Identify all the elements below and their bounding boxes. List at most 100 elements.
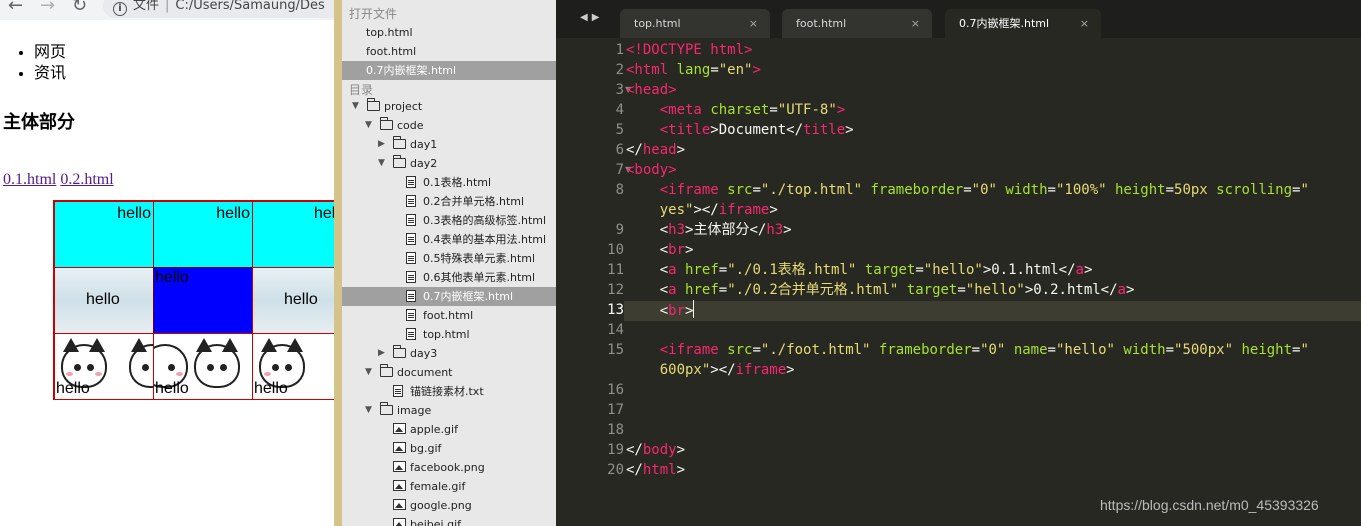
code-line[interactable]: </html> <box>626 460 685 480</box>
caret-right-icon[interactable]: ▶ <box>378 135 385 154</box>
file-icon <box>406 176 416 188</box>
open-file-item[interactable]: top.html <box>342 23 556 42</box>
image-file-icon <box>393 461 406 472</box>
open-file-item[interactable]: foot.html <box>342 42 556 61</box>
line-number: 9 <box>615 222 624 238</box>
code-line[interactable]: yes"></iframe> <box>626 200 778 220</box>
browser-window: ← → ↻ i 文件 | C:/Users/Samaung/Des 网页 资讯 主体部… <box>0 0 334 526</box>
tab-label: foot.html <box>796 17 847 30</box>
line-number: 20 <box>607 462 624 478</box>
tab-top-html[interactable]: top.html × <box>620 9 770 38</box>
tree-item[interactable]: ▶ day3 <box>342 344 556 363</box>
code-line[interactable]: <body> <box>626 160 677 180</box>
folder-icon <box>367 98 380 111</box>
code-line[interactable]: <a href="./0.1表格.html" target="hello">0.… <box>626 260 1093 280</box>
table-cell: hello <box>252 267 334 334</box>
tree-item[interactable]: facebook.png <box>342 458 556 477</box>
tree-item[interactable]: ▼ document <box>342 363 556 382</box>
file-icon <box>406 328 416 340</box>
tree-item-label: 锚链接素材.txt <box>410 385 484 398</box>
caret-down-icon[interactable]: ▼ <box>352 97 359 116</box>
reload-icon[interactable]: ↻ <box>72 0 87 16</box>
code-line[interactable]: <iframe src="./top.html" frameborder="0"… <box>626 180 1309 200</box>
tree-item[interactable]: ▼ project <box>342 97 556 116</box>
tree-item-label: 0.5特殊表单元素.html <box>423 252 536 265</box>
tree-item[interactable]: 0.7内嵌框架.html <box>342 287 556 306</box>
cell-text: hello <box>254 380 288 397</box>
tree-item[interactable]: female.gif <box>342 477 556 496</box>
folder-icon <box>393 136 406 149</box>
url-scheme-label: 文件 <box>133 0 160 13</box>
tab-foot-html[interactable]: foot.html × <box>782 9 932 38</box>
code-line[interactable]: <br> <box>626 300 695 320</box>
caret-down-icon[interactable]: ▼ <box>365 401 372 420</box>
open-file-item-active[interactable]: 0.7内嵌框架.html <box>342 61 556 80</box>
tree-item[interactable]: 0.1表格.html <box>342 173 556 192</box>
line-number: 16 <box>607 382 624 398</box>
tree-item-label: foot.html <box>423 309 474 322</box>
tree-item[interactable]: 0.2合并单元格.html <box>342 192 556 211</box>
tree-item[interactable]: beibei.gif <box>342 515 556 526</box>
address-bar[interactable]: i 文件 | C:/Users/Samaung/Des <box>103 0 334 18</box>
tree-item[interactable]: google.png <box>342 496 556 515</box>
file-icon <box>406 271 416 283</box>
tree-item-label: image <box>397 404 432 417</box>
table-cell: hello <box>54 333 154 400</box>
tab-nav-arrows[interactable]: ◀▶ <box>580 12 603 23</box>
close-icon[interactable]: × <box>911 9 920 38</box>
code-line[interactable]: <title>Document</title> <box>626 120 854 140</box>
caret-down-icon[interactable]: ▼ <box>365 363 372 382</box>
line-number: 14 <box>607 322 624 338</box>
code-line[interactable]: <meta charset="UTF-8"> <box>626 100 846 120</box>
tree-item[interactable]: ▼ code <box>342 116 556 135</box>
folder-icon <box>380 402 393 415</box>
caret-down-icon[interactable]: ▼ <box>365 116 372 135</box>
code-line[interactable]: <h3>主体部分</h3> <box>626 220 792 240</box>
caret-down-icon[interactable]: ▼ <box>378 154 385 173</box>
code-line[interactable]: <iframe src="./foot.html" frameborder="0… <box>626 340 1309 360</box>
tree-item[interactable]: 0.4表单的基本用法.html <box>342 230 556 249</box>
file-icon <box>406 233 416 245</box>
code-line[interactable]: <html lang="en"> <box>626 60 761 80</box>
code-line[interactable]: <head> <box>626 80 677 100</box>
tree-item[interactable]: 0.6其他表单元素.html <box>342 268 556 287</box>
tree-item[interactable]: 锚链接素材.txt <box>342 382 556 401</box>
code-line[interactable]: <a href="./0.2合并单元格.html" target="hello"… <box>626 280 1135 300</box>
tree-item[interactable]: ▼ day2 <box>342 154 556 173</box>
tree-item[interactable]: bg.gif <box>342 439 556 458</box>
link-0-1[interactable]: 0.1.html <box>3 171 56 188</box>
tree-item-label: google.png <box>410 499 472 512</box>
back-icon[interactable]: ← <box>8 0 23 16</box>
tree-item[interactable]: ▼ image <box>342 401 556 420</box>
tree-item-label: document <box>397 366 453 379</box>
line-number: 13 <box>607 302 624 318</box>
caret-right-icon[interactable]: ▶ <box>378 344 385 363</box>
cell-text: hello <box>117 205 151 222</box>
close-icon[interactable]: × <box>1080 9 1089 38</box>
nav-list: 网页 资讯 <box>34 42 234 84</box>
current-line-highlight <box>624 301 1361 321</box>
link-0-2[interactable]: 0.2.html <box>60 171 113 188</box>
cell-text: hello <box>284 291 318 308</box>
code-editor: ◀▶ top.html × foot.html × 0.7内嵌框架.html × 12… <box>556 0 1361 526</box>
close-icon[interactable]: × <box>749 9 758 38</box>
tree-item-label: beibei.gif <box>410 518 462 526</box>
tab-iframe-html[interactable]: 0.7内嵌框架.html × <box>945 9 1101 38</box>
tree-item[interactable]: top.html <box>342 325 556 344</box>
line-number: 6 <box>615 142 624 158</box>
code-line[interactable]: </head> <box>626 140 685 160</box>
cell-text: hello <box>86 291 120 308</box>
code-line[interactable]: <!DOCTYPE html> <box>626 40 752 60</box>
tree-item[interactable]: 0.5特殊表单元素.html <box>342 249 556 268</box>
tree-item[interactable]: 0.3表格的高级标签.html <box>342 211 556 230</box>
tree-item-label: apple.gif <box>410 423 458 436</box>
tree-item[interactable]: ▶ day1 <box>342 135 556 154</box>
info-icon[interactable]: i <box>113 2 127 16</box>
tree-item[interactable]: foot.html <box>342 306 556 325</box>
tree-item[interactable]: apple.gif <box>342 420 556 439</box>
forward-icon[interactable]: → <box>40 0 55 16</box>
code-line[interactable]: </body> <box>626 440 685 460</box>
code-line[interactable]: 600px"></iframe> <box>626 360 795 380</box>
code-line[interactable]: <br> <box>626 240 694 260</box>
text-cursor <box>693 300 695 318</box>
